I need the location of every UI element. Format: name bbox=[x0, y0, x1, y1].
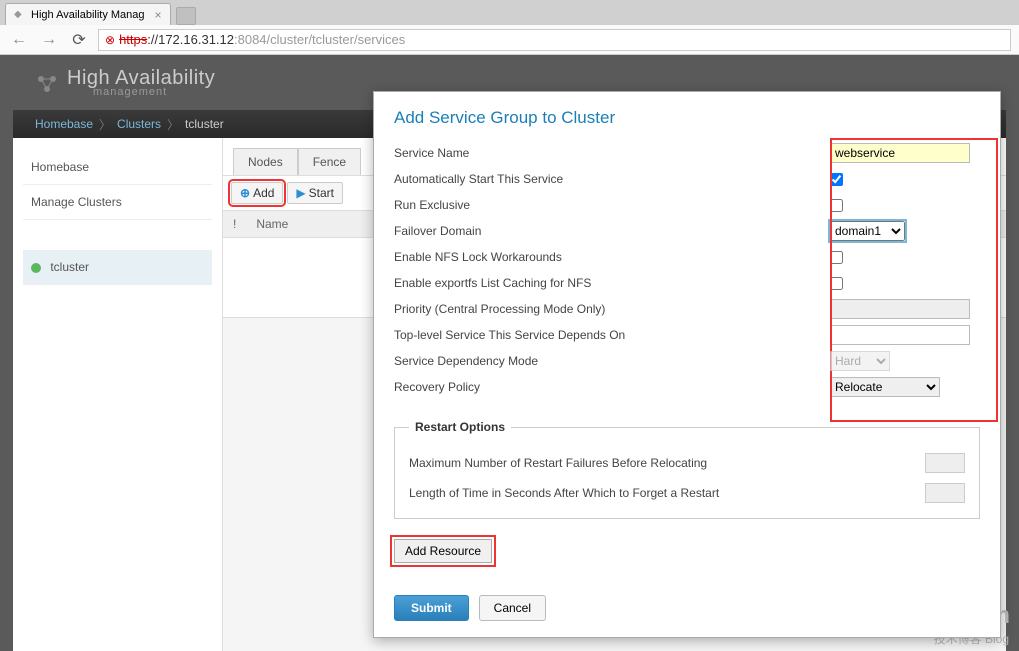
auto-start-checkbox[interactable] bbox=[830, 173, 843, 186]
tab-nodes[interactable]: Nodes bbox=[233, 148, 298, 175]
max-failures-input[interactable] bbox=[925, 453, 965, 473]
col-status: ! bbox=[233, 217, 236, 231]
plus-icon: ⊕ bbox=[240, 186, 250, 200]
play-icon: ▶ bbox=[296, 186, 305, 200]
modal-title: Add Service Group to Cluster bbox=[374, 92, 1000, 140]
tab-fence[interactable]: Fence bbox=[298, 148, 361, 175]
close-icon[interactable]: × bbox=[155, 8, 162, 22]
sidebar-cluster-label: tcluster bbox=[50, 260, 89, 274]
sidebar-item-homebase[interactable]: Homebase bbox=[23, 150, 212, 185]
forward-button[interactable]: → bbox=[38, 29, 60, 51]
fieldset-legend: Restart Options bbox=[409, 420, 511, 434]
page-icon: ◆ bbox=[14, 9, 26, 21]
browser-tab-strip: ◆ High Availability Manag × bbox=[0, 0, 1019, 25]
dep-mode-select: Hard bbox=[830, 351, 890, 371]
url-port: :8084 bbox=[234, 32, 267, 47]
label-dep-mode: Service Dependency Mode bbox=[394, 354, 830, 368]
cancel-button[interactable]: Cancel bbox=[479, 595, 546, 621]
url-path: /cluster/tcluster/services bbox=[267, 32, 406, 47]
start-button[interactable]: ▶ Start bbox=[287, 182, 343, 204]
url-sep: :// bbox=[147, 32, 158, 47]
recovery-select[interactable]: Relocate bbox=[830, 377, 940, 397]
breadcrumb-homebase[interactable]: Homebase bbox=[23, 117, 105, 131]
label-max-failures: Maximum Number of Restart Failures Befor… bbox=[409, 456, 925, 470]
failover-domain-select[interactable]: domain1 bbox=[830, 221, 905, 241]
label-enable-exportfs: Enable exportfs List Caching for NFS bbox=[394, 276, 830, 290]
breadcrumb-current: tcluster bbox=[173, 117, 236, 131]
add-resource-highlight: Add Resource bbox=[394, 539, 492, 563]
label-forget-time: Length of Time in Seconds After Which to… bbox=[409, 486, 925, 500]
priority-input[interactable] bbox=[830, 299, 970, 319]
sidebar-item-manage-clusters[interactable]: Manage Clusters bbox=[23, 185, 212, 220]
modal-body: Service Name Automatically Start This Se… bbox=[374, 140, 1000, 579]
add-service-modal: Add Service Group to Cluster Service Nam… bbox=[373, 91, 1001, 638]
tab-title: High Availability Manag bbox=[31, 9, 145, 21]
enable-exportfs-checkbox[interactable] bbox=[830, 277, 843, 290]
restart-options-fieldset: Restart Options Maximum Number of Restar… bbox=[394, 420, 980, 519]
url-host: 172.16.31.12 bbox=[158, 32, 234, 47]
status-dot-icon bbox=[31, 263, 41, 273]
logo-icon bbox=[33, 69, 61, 97]
label-top-level: Top-level Service This Service Depends O… bbox=[394, 328, 830, 342]
label-priority: Priority (Central Processing Mode Only) bbox=[394, 302, 830, 316]
start-label: Start bbox=[309, 186, 334, 200]
run-exclusive-checkbox[interactable] bbox=[830, 199, 843, 212]
col-name: Name bbox=[256, 217, 288, 231]
label-service-name: Service Name bbox=[394, 146, 830, 160]
top-level-input[interactable] bbox=[830, 325, 970, 345]
submit-button[interactable]: Submit bbox=[394, 595, 469, 621]
label-enable-nfs: Enable NFS Lock Workarounds bbox=[394, 250, 830, 264]
sidebar-item-cluster[interactable]: tcluster bbox=[23, 250, 212, 285]
browser-toolbar: ← → ⟳ ⊗ https :// 172.16.31.12 :8084 /cl… bbox=[0, 25, 1019, 55]
breadcrumb-clusters[interactable]: Clusters bbox=[105, 117, 173, 131]
label-recovery: Recovery Policy bbox=[394, 380, 830, 394]
add-button[interactable]: ⊕ Add bbox=[231, 182, 283, 204]
new-tab-button[interactable] bbox=[176, 7, 196, 25]
sidebar: Homebase Manage Clusters tcluster bbox=[13, 138, 223, 651]
back-button[interactable]: ← bbox=[8, 29, 30, 51]
url-protocol: https bbox=[119, 32, 147, 47]
forget-time-input[interactable] bbox=[925, 483, 965, 503]
ssl-warning-icon: ⊗ bbox=[105, 33, 115, 47]
label-failover-domain: Failover Domain bbox=[394, 224, 830, 238]
service-name-input[interactable] bbox=[830, 143, 970, 163]
add-label: Add bbox=[253, 186, 274, 200]
browser-tab[interactable]: ◆ High Availability Manag × bbox=[5, 3, 171, 25]
reload-button[interactable]: ⟳ bbox=[68, 29, 90, 51]
add-resource-button[interactable]: Add Resource bbox=[394, 539, 492, 563]
label-run-exclusive: Run Exclusive bbox=[394, 198, 830, 212]
enable-nfs-checkbox[interactable] bbox=[830, 251, 843, 264]
label-auto-start: Automatically Start This Service bbox=[394, 172, 830, 186]
url-bar[interactable]: ⊗ https :// 172.16.31.12 :8084 /cluster/… bbox=[98, 29, 1011, 51]
modal-footer: Submit Cancel bbox=[374, 579, 1000, 637]
